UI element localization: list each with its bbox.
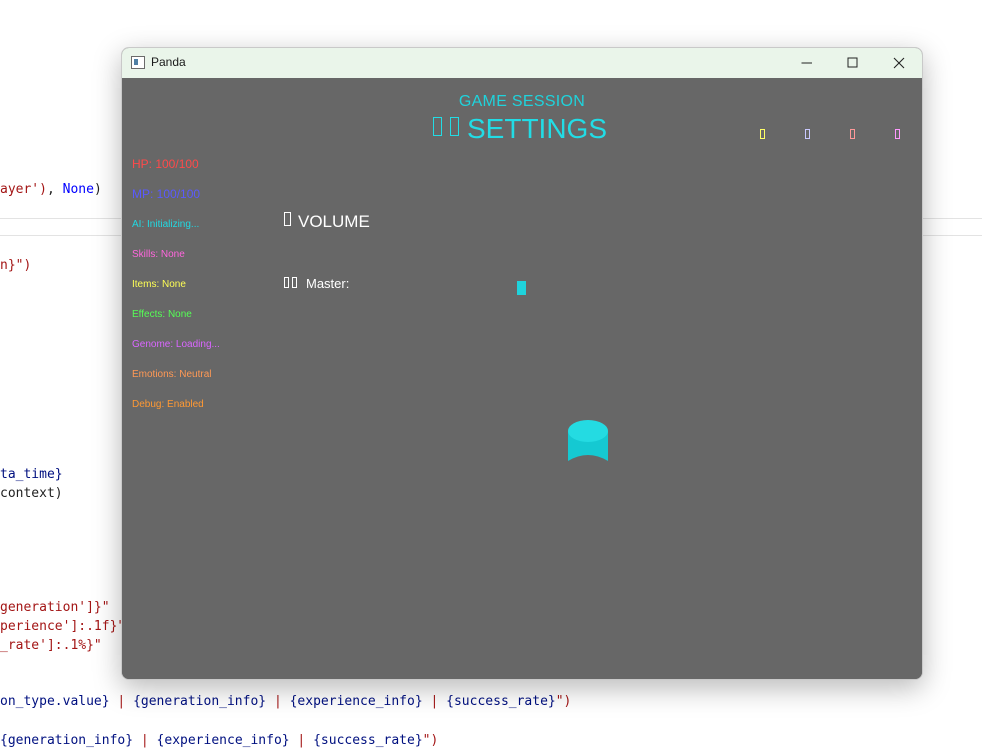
settings-glyph-icon — [450, 117, 459, 136]
game-viewport: GAME SESSION SETTINGS HP: 100/100 MP: 100… — [122, 78, 922, 679]
minimize-icon — [801, 62, 812, 64]
code-line: n}") — [0, 258, 32, 273]
panda-app-icon — [131, 56, 145, 69]
game-session-subtitle: GAME SESSION — [458, 93, 586, 110]
status-indicator — [805, 129, 810, 139]
volume-glyph-icon — [284, 212, 291, 226]
panda-window: Panda GAME SESSION SETTINGS HP: 100/100 M… — [121, 47, 923, 680]
master-glyph-icon — [292, 277, 297, 288]
window-title: Panda — [151, 55, 186, 69]
code-line: generation']}" — [0, 600, 110, 615]
stat-label: Items: None — [132, 279, 186, 290]
code-line: on_type.value} | {generation_info} | {ex… — [0, 694, 572, 709]
maximize-button[interactable] — [830, 48, 876, 78]
stat-label: MP: 100/100 — [132, 187, 201, 201]
stat-label: Debug: Enabled — [132, 399, 204, 410]
volume-heading-text: VOLUME — [298, 212, 370, 231]
code-line: ta_time} — [0, 467, 63, 482]
cylinder-3d-model — [568, 420, 608, 461]
code-line: ayer'), None) — [0, 182, 102, 197]
volume-heading: VOLUME — [284, 212, 370, 232]
status-indicator — [760, 129, 765, 139]
stat-label: Effects: None — [132, 309, 192, 320]
stat-label: Emotions: Neutral — [132, 369, 212, 380]
maximize-icon — [847, 57, 858, 68]
code-line: _rate']:.1%}" — [0, 638, 102, 653]
code-line: perience']:.1f}" — [0, 619, 126, 634]
settings-title: SETTINGS — [433, 113, 607, 147]
master-volume-slider-handle[interactable] — [517, 281, 526, 295]
status-indicator — [895, 129, 900, 139]
minimize-button[interactable] — [784, 48, 830, 78]
master-label-text: Master: — [306, 276, 350, 291]
window-titlebar[interactable]: Panda — [122, 48, 922, 78]
stat-label: HP: 100/100 — [132, 157, 199, 171]
master-glyph-icon — [284, 277, 289, 288]
close-icon — [893, 57, 905, 69]
stat-label: AI: Initializing... — [132, 219, 200, 230]
status-indicator — [850, 129, 855, 139]
stat-label: Skills: None — [132, 249, 185, 260]
code-line: context) — [0, 486, 63, 501]
stat-label: Genome: Loading... — [132, 339, 220, 350]
settings-glyph-icon — [433, 117, 442, 136]
close-button[interactable] — [876, 48, 922, 78]
settings-title-text: SETTINGS — [467, 113, 608, 144]
master-volume-label: Master: — [284, 276, 349, 291]
code-line: {generation_info} | {experience_info} | … — [0, 733, 439, 748]
